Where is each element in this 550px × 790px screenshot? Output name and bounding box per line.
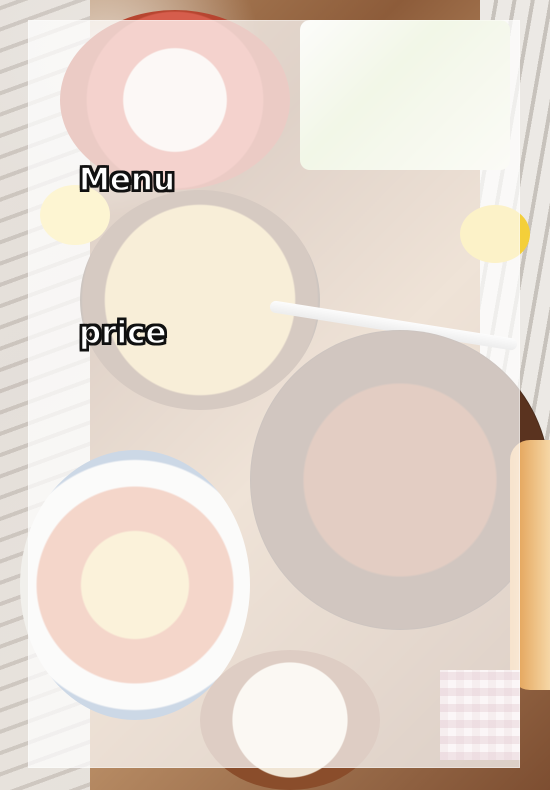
menu-card: Menu price xyxy=(28,20,520,768)
price-label: price xyxy=(78,315,167,351)
menu-title: Menu xyxy=(78,162,176,198)
